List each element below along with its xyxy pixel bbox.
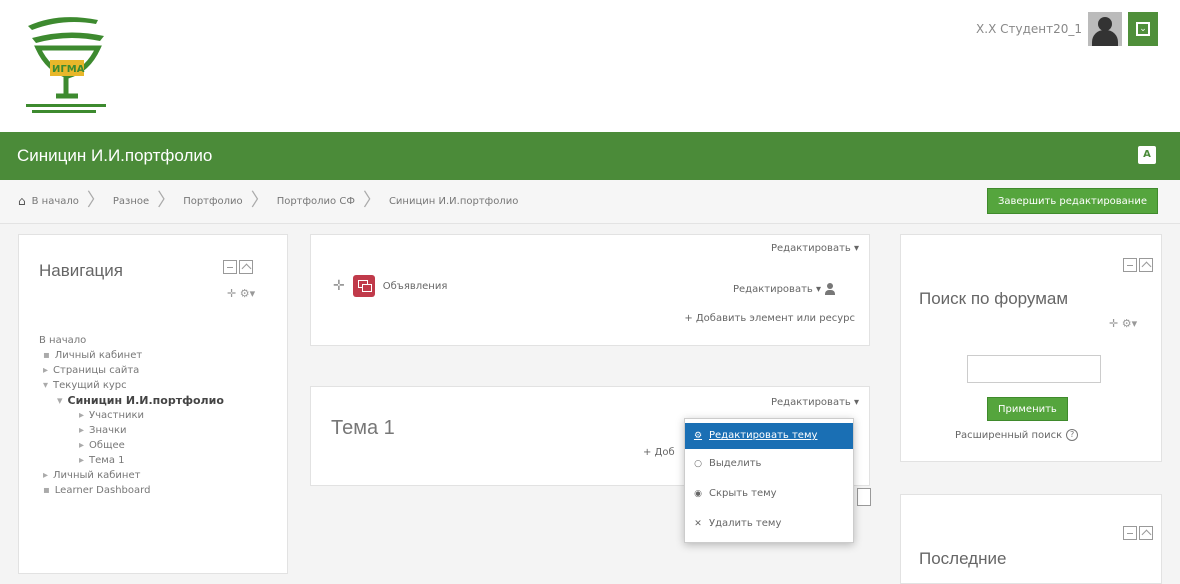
navigation-title: Навигация	[39, 261, 123, 280]
latest-title: Последние	[919, 549, 1007, 568]
collapse-icon[interactable]	[223, 260, 237, 274]
breadcrumb-separator: 〉	[157, 190, 176, 211]
block-controls	[1121, 257, 1153, 276]
nav-item-participants[interactable]: ▸ Участники	[39, 408, 224, 423]
section-edit-menu[interactable]: Редактировать ▾	[771, 243, 859, 254]
top-bar: ИГМА Х.Х Студент20_1 ⌄	[0, 0, 1180, 132]
site-logo[interactable]: ИГМА	[18, 10, 118, 120]
move-icon[interactable]: ✛	[333, 278, 345, 294]
user-menu[interactable]: Х.Х Студент20_1 ⌄	[976, 12, 1158, 46]
collapse-icon[interactable]	[1123, 258, 1137, 272]
breadcrumb-separator: 〉	[362, 190, 381, 211]
user-avatar[interactable]	[1088, 12, 1122, 46]
nav-item-current-course[interactable]: ▾ Текущий курс	[39, 378, 224, 393]
menu-item-hide-topic[interactable]: ◉ Скрыть тему	[685, 479, 853, 509]
dock-icon[interactable]	[239, 260, 253, 274]
breadcrumb-item-portfolio[interactable]: Портфолио	[183, 196, 243, 207]
activity-link[interactable]: Объявления	[383, 281, 448, 292]
block-actions[interactable]: ✛ ⚙▾	[1109, 317, 1137, 330]
topic-title[interactable]: Тема 1	[331, 417, 395, 440]
latest-news-block: Последние	[900, 494, 1162, 584]
section-control-icon[interactable]	[857, 488, 871, 506]
navigation-block: Навигация ✛ ⚙▾ В начало ▪ Личный кабинет …	[18, 234, 288, 574]
course-header: Синицин И.И.портфолио A	[0, 132, 1180, 180]
breadcrumb-item-home[interactable]: В начало	[32, 196, 79, 207]
language-icon[interactable]: A	[1138, 146, 1156, 164]
svg-text:ИГМА: ИГМА	[52, 64, 85, 75]
menu-item-highlight[interactable]: ○ Выделить	[685, 449, 853, 479]
apply-button[interactable]: Применить	[987, 397, 1068, 421]
search-forums-title: Поиск по форумам	[919, 289, 1069, 308]
home-icon[interactable]: ⌂	[18, 194, 26, 208]
search-forums-block: Поиск по форумам ✛ ⚙▾ Применить Расширен…	[900, 234, 1162, 462]
course-title: Синицин И.И.портфолио	[17, 146, 213, 165]
add-activity-link[interactable]: + Доб	[643, 447, 675, 458]
breadcrumb-item-misc[interactable]: Разное	[113, 196, 149, 207]
chevron-down-icon: ⌄	[1136, 22, 1150, 36]
navigation-tree: В начало ▪ Личный кабинет ▸ Страницы сайта…	[39, 333, 224, 498]
collapse-icon[interactable]	[1123, 526, 1137, 540]
topic-edit-dropdown: ⚙ Редактировать тему ○ Выделить ◉ Скрыть те…	[684, 418, 854, 543]
breadcrumb: ⌂ В начало 〉 Разное 〉 Портфолио 〉 Портфо…	[18, 190, 518, 211]
nav-item-learner-dashboard[interactable]: ▪ Learner Dashboard	[39, 483, 224, 498]
eye-icon: ◉	[694, 489, 702, 499]
user-name[interactable]: Х.Х Студент20_1	[976, 22, 1082, 36]
breadcrumb-item-portfolio-sf[interactable]: Портфолио СФ	[277, 196, 355, 207]
groups-icon[interactable]	[825, 283, 835, 295]
finish-editing-button[interactable]: Завершить редактирование	[986, 188, 1158, 214]
nav-item-site-pages[interactable]: ▸ Страницы сайта	[39, 363, 224, 378]
nav-item-home[interactable]: В начало	[39, 333, 224, 348]
add-activity-link[interactable]: + Добавить элемент или ресурс	[684, 313, 855, 324]
help-icon[interactable]: ?	[1066, 429, 1079, 441]
delete-icon: ✕	[694, 519, 702, 529]
nav-item-my-courses[interactable]: ▸ Личный кабинет	[39, 468, 224, 483]
menu-item-delete-topic[interactable]: ✕ Удалить тему	[685, 509, 853, 539]
advanced-search-link[interactable]: Расширенный поиск?	[955, 429, 1079, 441]
lightbulb-icon: ○	[694, 459, 702, 469]
activity-edit-menu[interactable]: Редактировать ▾	[733, 283, 835, 295]
breadcrumb-separator: 〉	[250, 190, 269, 211]
dock-icon[interactable]	[1139, 258, 1153, 272]
activity-announcements: ✛ Объявления	[333, 275, 447, 297]
gear-icon: ⚙	[693, 431, 703, 441]
nav-item-dashboard[interactable]: ▪ Личный кабинет	[39, 348, 224, 363]
dock-icon[interactable]	[1139, 526, 1153, 540]
forum-icon	[352, 275, 375, 297]
block-controls	[221, 259, 253, 278]
breadcrumb-item-course[interactable]: Синицин И.И.портфолио	[389, 196, 518, 207]
section-general: Редактировать ▾ ✛ Объявления Редактирова…	[310, 234, 870, 346]
nav-item-general[interactable]: ▸ Общее	[39, 438, 224, 453]
menu-item-edit-topic[interactable]: ⚙ Редактировать тему	[685, 423, 853, 449]
nav-item-badges[interactable]: ▸ Значки	[39, 423, 224, 438]
block-controls	[1121, 525, 1153, 544]
block-actions[interactable]: ✛ ⚙▾	[227, 287, 255, 300]
nav-item-topic-1[interactable]: ▸ Тема 1	[39, 453, 224, 468]
nav-item-course[interactable]: ▾ Синицин И.И.портфолио	[39, 393, 224, 408]
breadcrumb-separator: 〉	[86, 190, 105, 211]
search-input[interactable]	[967, 355, 1101, 383]
user-dropdown-button[interactable]: ⌄	[1128, 12, 1158, 46]
topic-edit-menu[interactable]: Редактировать ▾	[771, 397, 859, 408]
breadcrumb-bar: ⌂ В начало 〉 Разное 〉 Портфолио 〉 Портфо…	[0, 180, 1180, 224]
